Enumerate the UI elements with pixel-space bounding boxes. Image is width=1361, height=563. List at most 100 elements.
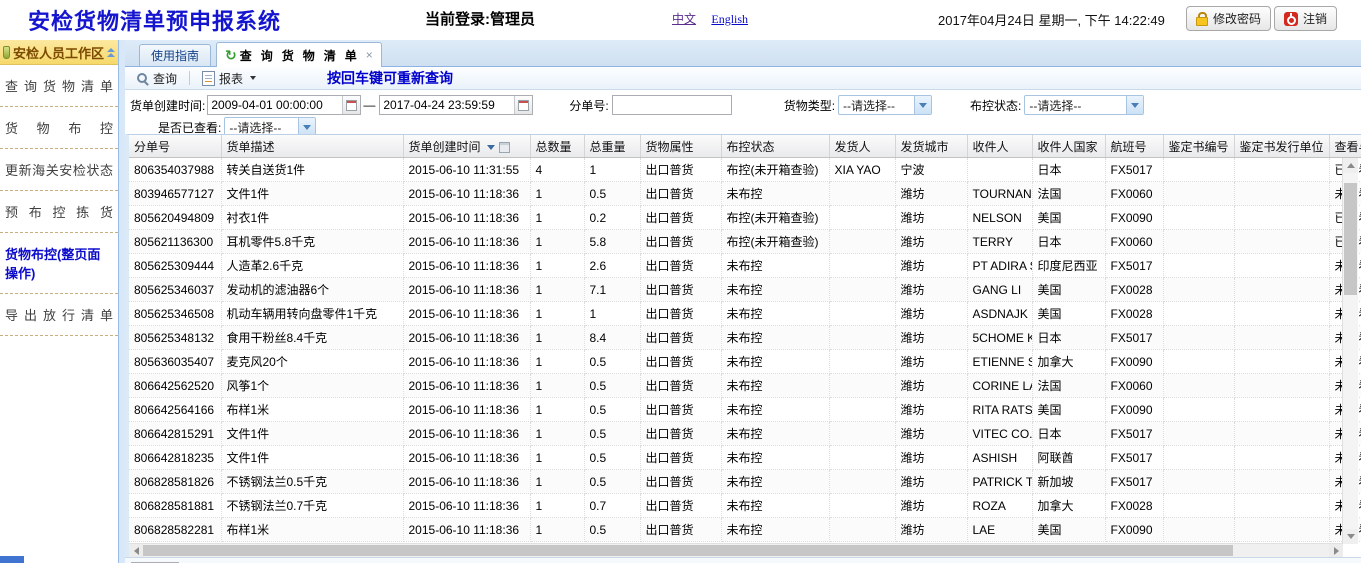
table-row[interactable]: 805625346508机动车辆用转向盘零件1千克2015-06-10 11:1…	[129, 302, 1361, 326]
column-header[interactable]: 收件人	[967, 135, 1032, 158]
sidebar-item-cargo-control-fullpage[interactable]: 货物布控(整页面操作)	[0, 233, 118, 294]
grid-cell: 未布控	[721, 494, 829, 518]
query-button[interactable]: 查询	[133, 69, 180, 88]
report-button[interactable]: 报表	[199, 69, 259, 88]
lang-chinese-link[interactable]: 中文	[672, 12, 696, 26]
table-row[interactable]: 806642564166布样1米2015-06-10 11:18:3610.5出…	[129, 398, 1361, 422]
table-row[interactable]: 805625346037发动机的滤油器6个2015-06-10 11:18:36…	[129, 278, 1361, 302]
grid-cell: 1	[584, 302, 640, 326]
column-header[interactable]: 鉴定书发行单位	[1234, 135, 1329, 158]
column-header[interactable]: 货单描述	[221, 135, 403, 158]
grid-cell: FX5017	[1105, 470, 1163, 494]
scroll-left-arrow[interactable]	[129, 544, 143, 557]
table-row[interactable]: 805625348132食用干粉丝8.4千克2015-06-10 11:18:3…	[129, 326, 1361, 350]
tab-query-cargo-list[interactable]: ↻ 查询货物清单 ×	[216, 42, 382, 67]
collapse-up-icon[interactable]	[107, 47, 115, 58]
grid-cell	[1234, 470, 1329, 494]
grid-cell: 新加坡	[1032, 470, 1105, 494]
grid-cell: 不锈钢法兰0.7千克	[221, 494, 403, 518]
waybill-input[interactable]	[612, 95, 732, 115]
grid-cell	[829, 326, 895, 350]
column-header[interactable]: 货物属性	[640, 135, 721, 158]
close-tab-icon[interactable]: ×	[366, 48, 373, 62]
grid-cell	[1234, 158, 1329, 182]
grid-cell	[1234, 398, 1329, 422]
table-row[interactable]: 806354037988转关自送货1件2015-06-10 11:31:5541…	[129, 158, 1361, 182]
column-header[interactable]: 总重量	[584, 135, 640, 158]
datetime-display: 2017年04月24日 星期一, 下午 14:22:49	[938, 10, 1165, 29]
created-to-input[interactable]	[380, 98, 514, 112]
vertical-scroll-thumb[interactable]	[1344, 183, 1357, 295]
column-header[interactable]: 发货城市	[895, 135, 967, 158]
report-button-label: 报表	[219, 70, 243, 87]
column-header-label: 鉴定书发行单位	[1240, 140, 1324, 154]
column-header[interactable]: 航班号	[1105, 135, 1163, 158]
sidebar-item-query-cargo-list[interactable]: 查询货物清单	[0, 65, 118, 107]
cargo-type-select[interactable]: --请选择--	[838, 95, 932, 115]
grid-cell: 潍坊	[895, 182, 967, 206]
column-header-label: 航班号	[1111, 140, 1147, 154]
table-row[interactable]: 806642562520风筝1个2015-06-10 11:18:3610.5出…	[129, 374, 1361, 398]
column-menu-icon[interactable]	[499, 142, 510, 153]
column-header-label: 货物属性	[646, 140, 694, 154]
vertical-scrollbar[interactable]	[1342, 158, 1358, 544]
calendar-icon[interactable]	[514, 96, 532, 114]
change-password-button[interactable]: 修改密码	[1186, 6, 1271, 31]
column-header[interactable]: 鉴定书编号	[1163, 135, 1234, 158]
table-row[interactable]: 803946577127文件1件2015-06-10 11:18:3610.5出…	[129, 182, 1361, 206]
grid-cell: 8.4	[584, 326, 640, 350]
table-row[interactable]: 806828581826不锈钢法兰0.5千克2015-06-10 11:18:3…	[129, 470, 1361, 494]
grid-cell: 潍坊	[895, 302, 967, 326]
column-header[interactable]: 收件人国家	[1032, 135, 1105, 158]
grid-cell: 布样1米	[221, 398, 403, 422]
created-from-input[interactable]	[208, 98, 342, 112]
sidebar-item-update-customs-status[interactable]: 更新海关安检状态	[0, 149, 118, 191]
grid-cell: 1	[530, 398, 584, 422]
report-icon	[202, 71, 215, 86]
table-row[interactable]: 805636035407麦克风20个2015-06-10 11:18:3610.…	[129, 350, 1361, 374]
table-row[interactable]: 806642818235文件1件2015-06-10 11:18:3610.5出…	[129, 446, 1361, 470]
tab-user-guide[interactable]: 使用指南	[139, 44, 211, 66]
table-row[interactable]: 805620494809衬衣1件2015-06-10 11:18:3610.2出…	[129, 206, 1361, 230]
sidebar-item-cargo-control[interactable]: 货物布控	[0, 107, 118, 149]
column-header[interactable]: 分单号	[129, 135, 221, 158]
grid-cell: PATRICK TA	[967, 470, 1032, 494]
calendar-icon[interactable]	[342, 96, 360, 114]
sidebar-header[interactable]: 安检人员工作区	[0, 40, 118, 65]
column-header[interactable]: 布控状态	[721, 135, 829, 158]
horizontal-scroll-thumb[interactable]	[143, 545, 1233, 556]
scroll-right-arrow[interactable]	[1329, 544, 1343, 557]
refresh-icon: ↻	[225, 47, 237, 64]
grid-cell: 潍坊	[895, 230, 967, 254]
grid-cell: FX0060	[1105, 182, 1163, 206]
grid-cell: FX0028	[1105, 278, 1163, 302]
grid-cell	[829, 182, 895, 206]
grid-cell	[1234, 326, 1329, 350]
column-header[interactable]: 查看与否	[1329, 135, 1361, 158]
grid-cell: 未布控	[721, 518, 829, 542]
scroll-down-arrow[interactable]	[1343, 529, 1358, 544]
control-status-select[interactable]: --请选择--	[1024, 95, 1144, 115]
chevron-down-icon	[250, 76, 256, 80]
grid-cell: 宁波	[895, 158, 967, 182]
sidebar-item-export-release-list[interactable]: 导出放行清单	[0, 294, 118, 336]
grid-table: 分单号货单描述货单创建时间总数量总重量货物属性 布控状态发货人发货城市收件人收件人…	[129, 135, 1361, 542]
grid-cell: FX0090	[1105, 518, 1163, 542]
table-row[interactable]: 805621136300耳机零件5.8千克2015-06-10 11:18:36…	[129, 230, 1361, 254]
scroll-up-arrow[interactable]	[1343, 158, 1358, 173]
column-header[interactable]: 货单创建时间	[403, 135, 530, 158]
lang-english-link[interactable]: English	[711, 12, 748, 26]
grid-cell: 0.5	[584, 518, 640, 542]
table-row[interactable]: 806828581881不锈钢法兰0.7千克2015-06-10 11:18:3…	[129, 494, 1361, 518]
column-header[interactable]: 发货人	[829, 135, 895, 158]
table-row[interactable]: 806828582281布样1米2015-06-10 11:18:3610.5出…	[129, 518, 1361, 542]
sidebar-item-precontrol-picking[interactable]: 预布控拣货	[0, 191, 118, 233]
column-header[interactable]: 总数量	[530, 135, 584, 158]
logout-button[interactable]: 注销	[1274, 6, 1337, 31]
horizontal-scrollbar[interactable]	[129, 543, 1343, 557]
grid-cell: 1	[530, 182, 584, 206]
control-status-value: --请选择--	[1025, 97, 1126, 114]
table-row[interactable]: 806642815291文件1件2015-06-10 11:18:3610.5出…	[129, 422, 1361, 446]
grid-cell: 4	[530, 158, 584, 182]
table-row[interactable]: 805625309444人造革2.6千克2015-06-10 11:18:361…	[129, 254, 1361, 278]
